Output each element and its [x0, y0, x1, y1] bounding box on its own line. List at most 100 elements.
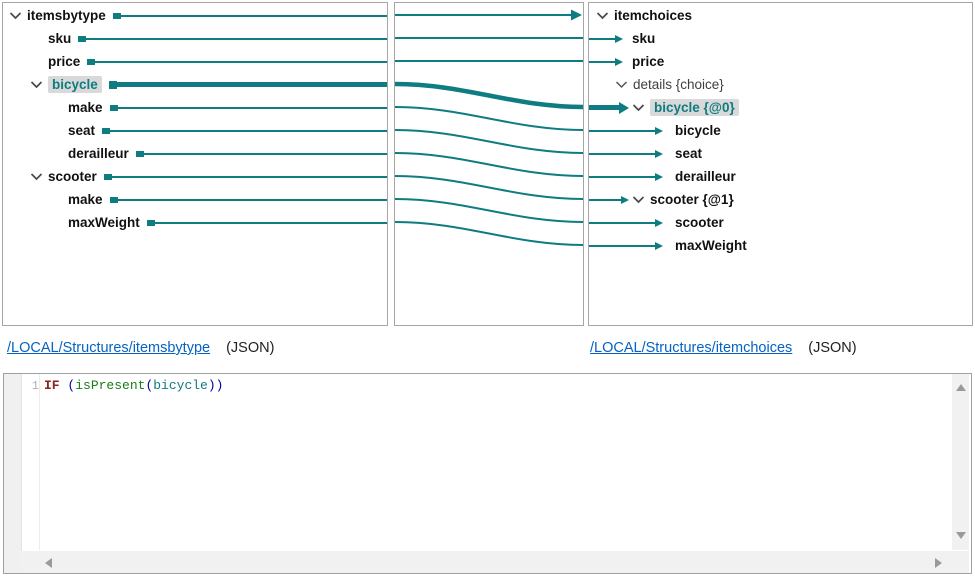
arrowhead-icon: [615, 35, 623, 43]
source-tree: itemsbytype sku price bicycle make sea: [3, 3, 387, 325]
arrowhead-icon: [615, 58, 623, 66]
tree-node-label: make: [68, 101, 103, 115]
tree-node-price[interactable]: price: [3, 50, 387, 73]
source-tree-panel: itemsbytype sku price bicycle make sea: [2, 2, 388, 326]
incoming-connection: [589, 35, 623, 43]
tree-node-scooter-1[interactable]: scooter {@1}: [589, 188, 972, 211]
tree-node-label: seat: [68, 124, 95, 138]
tree-node-make[interactable]: make: [3, 96, 387, 119]
incoming-connection: [589, 150, 663, 158]
chevron-down-icon[interactable]: [30, 173, 43, 181]
tree-node-make2[interactable]: make: [3, 188, 387, 211]
connection-line: [118, 107, 387, 109]
tree-node-label: itemsbytype: [27, 9, 106, 23]
connector-anchor-icon[interactable]: [136, 151, 144, 157]
connection-line: [86, 38, 387, 40]
target-structure-link[interactable]: /LOCAL/Structures/itemchoices: [590, 340, 792, 356]
connector-anchor-icon[interactable]: [78, 36, 86, 42]
horizontal-scrollbar[interactable]: [18, 551, 969, 573]
function-token: isPresent: [75, 378, 145, 393]
tree-node-label: make: [68, 193, 103, 207]
incoming-connection: [589, 219, 663, 227]
connection-curve: [395, 222, 583, 245]
tree-node-label: maxWeight: [68, 216, 140, 230]
arrowhead-icon: [655, 219, 663, 227]
expression-code-editor[interactable]: 1 IF (isPresent(bicycle)): [3, 373, 972, 574]
chevron-down-icon[interactable]: [30, 81, 43, 89]
connector-anchor-icon[interactable]: [110, 105, 118, 111]
tree-node-derailleur[interactable]: derailleur: [589, 165, 972, 188]
tree-node-label: scooter: [48, 170, 97, 184]
node-token: bicycle: [153, 378, 208, 393]
connection-line-thick: [117, 82, 387, 87]
tree-node-label: details {choice}: [633, 78, 724, 92]
source-structure-reference: /LOCAL/Structures/itemsbytype (JSON): [7, 340, 274, 356]
scroll-left-icon[interactable]: [45, 558, 52, 568]
connection-line: [110, 130, 387, 132]
connection-line: [112, 176, 387, 178]
arrowhead-icon: [655, 127, 663, 135]
tree-node-price[interactable]: price: [589, 50, 972, 73]
code-line[interactable]: IF (isPresent(bicycle)): [44, 378, 223, 393]
incoming-connection-thick: [589, 102, 629, 114]
chevron-down-icon[interactable]: [9, 12, 22, 20]
tree-node-bicycle-selected[interactable]: bicycle: [3, 73, 387, 96]
paren-token: (: [60, 378, 76, 393]
connection-curves: [395, 3, 583, 325]
connection-curve-thick: [395, 84, 583, 107]
chevron-down-icon[interactable]: [615, 81, 628, 89]
tree-node-label: seat: [675, 147, 702, 161]
tree-node-label: price: [632, 55, 664, 69]
tree-node-sku[interactable]: sku: [3, 27, 387, 50]
tree-node-label: derailleur: [675, 170, 736, 184]
target-structure-reference: /LOCAL/Structures/itemchoices (JSON): [590, 340, 857, 356]
tree-node-details-choice[interactable]: details {choice}: [589, 73, 972, 96]
connector-anchor-icon[interactable]: [102, 128, 110, 134]
scroll-right-icon[interactable]: [935, 558, 942, 568]
tree-node-seat[interactable]: seat: [3, 119, 387, 142]
target-tree-panel: itemchoices sku price details {choice} b…: [588, 2, 973, 326]
tree-node-bicycle-0-selected[interactable]: bicycle {@0}: [589, 96, 972, 119]
tree-node-label: sku: [632, 32, 655, 46]
scroll-up-icon[interactable]: [956, 384, 966, 391]
tree-node-bicycle[interactable]: bicycle: [589, 119, 972, 142]
tree-node-derailleur[interactable]: derailleur: [3, 142, 387, 165]
chevron-down-icon[interactable]: [596, 12, 609, 20]
source-structure-link[interactable]: /LOCAL/Structures/itemsbytype: [7, 340, 210, 356]
incoming-connection: [589, 58, 623, 66]
tree-node-label: bicycle: [675, 124, 721, 138]
arrowhead-icon: [621, 196, 629, 204]
tree-node-seat[interactable]: seat: [589, 142, 972, 165]
arrowhead-icon: [619, 102, 629, 114]
tree-node-sku[interactable]: sku: [589, 27, 972, 50]
connection-line: [118, 199, 387, 201]
scroll-down-icon[interactable]: [956, 532, 966, 539]
connector-anchor-icon[interactable]: [147, 220, 155, 226]
connector-anchor-icon[interactable]: [104, 174, 112, 180]
tree-node-label: price: [48, 55, 80, 69]
arrowhead-icon: [655, 173, 663, 181]
tree-node-maxWeight[interactable]: maxWeight: [3, 211, 387, 234]
tree-node-itemchoices[interactable]: itemchoices: [589, 4, 972, 27]
connector-anchor-icon[interactable]: [113, 13, 121, 19]
vertical-scrollbar[interactable]: [952, 374, 969, 550]
tree-node-scooter[interactable]: scooter: [3, 165, 387, 188]
chevron-down-icon[interactable]: [632, 104, 645, 112]
connection-curve: [395, 107, 583, 130]
connection-line: [155, 222, 387, 224]
chevron-down-icon[interactable]: [632, 196, 645, 204]
tree-node-label-selected: bicycle {@0}: [650, 99, 739, 117]
mapping-connections-panel: [394, 2, 584, 326]
connection-line: [121, 15, 387, 17]
tree-node-scooter[interactable]: scooter: [589, 211, 972, 234]
connector-anchor-icon[interactable]: [109, 81, 117, 89]
tree-node-maxWeight[interactable]: maxWeight: [589, 234, 972, 257]
arrowhead-icon: [655, 242, 663, 250]
arrowhead-icon: [571, 10, 582, 21]
paren-token: )): [208, 378, 224, 393]
connector-anchor-icon[interactable]: [87, 59, 95, 65]
connector-anchor-icon[interactable]: [110, 197, 118, 203]
incoming-connection: [589, 127, 663, 135]
connection-curve: [395, 130, 583, 153]
tree-node-itemsbytype[interactable]: itemsbytype: [3, 4, 387, 27]
